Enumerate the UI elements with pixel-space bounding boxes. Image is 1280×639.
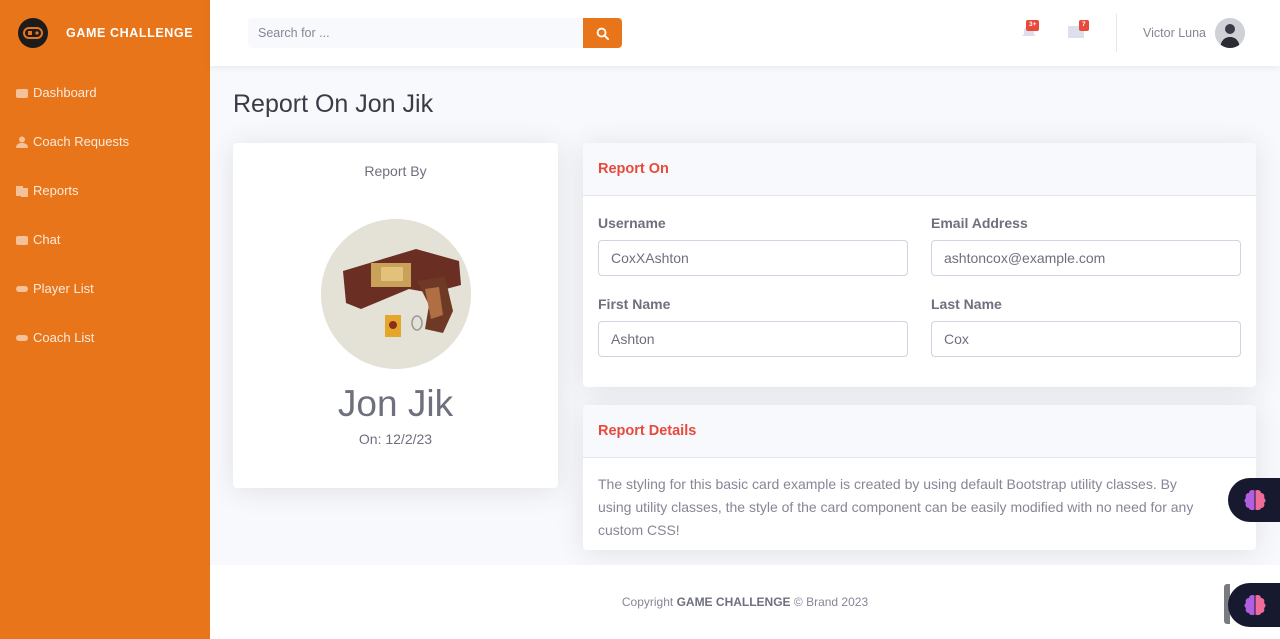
profile-name: Jon Jik [337,383,454,424]
copyright-brand: GAME CHALLENGE [676,595,791,609]
topbar-divider [1116,14,1117,52]
first-name-group: First Name [598,296,908,357]
username-label: Username [598,215,666,231]
first-name-label: First Name [598,296,671,312]
chat-icon [16,234,28,246]
search-form [248,18,622,48]
sidebar-item-chat[interactable]: Chat [0,215,210,264]
sidebar-item-label: Dashboard [33,85,97,100]
report-by-label: Report By [364,163,427,179]
alerts-badge: 3+ [1026,20,1040,31]
sidebar-item-reports[interactable]: Reports [0,166,210,215]
report-on-card: Report On Username Email Address First N… [583,143,1256,387]
sidebar-item-label: Coach List [33,330,95,345]
profile-image [320,219,471,369]
report-date: On: 12/2/23 [358,431,433,447]
report-details-line: The styling for this basic card example … [598,476,1177,492]
messages-dropdown[interactable]: 7 [1068,20,1096,40]
brand-link[interactable]: GAME CHALLENGE [0,0,210,66]
sidebar-item-label: Coach Requests [33,134,130,149]
search-input[interactable] [248,18,583,48]
page-title: Report On Jon Jik [233,90,434,118]
report-details-header: Report Details [583,405,1256,458]
report-details-line: using utility classes, the style of the … [598,499,1194,515]
gamepad-icon [16,332,28,344]
copyright-prefix: Copyright [621,595,677,609]
user-icon [16,136,28,148]
last-name-group: Last Name [931,296,1241,357]
email-group: Email Address [931,215,1241,276]
topbar: 3+ 7 Victor Luna [210,0,1280,66]
report-details-card: Report Details The styling for this basi… [583,405,1256,550]
search-icon [596,27,609,40]
last-name-field[interactable] [931,321,1241,357]
username-group: Username [598,215,908,276]
sidebar-item-player-list[interactable]: Player List [0,264,210,313]
avatar [1215,18,1246,48]
sidebar-item-coach-list[interactable]: Coach List [0,313,210,362]
messages-badge: 7 [1079,20,1089,31]
email-label: Email Address [931,215,1028,231]
search-button[interactable] [583,18,622,48]
sidebar-item-dashboard[interactable]: Dashboard [0,68,210,117]
username-field[interactable] [598,240,908,276]
gamepad-icon [16,283,28,295]
last-name-label: Last Name [931,296,1002,312]
brand-name: GAME CHALLENGE [66,26,194,40]
dashboard-icon [16,87,28,99]
brand-logo-icon [18,18,48,48]
sidebar-item-label: Chat [33,232,61,247]
sidebar-nav: Dashboard Coach Requests Reports Chat Pl… [0,68,210,362]
sidebar-item-label: Player List [33,281,94,296]
first-name-field[interactable] [598,321,908,357]
report-details-text: The styling for this basic card example … [583,458,1256,542]
sidebar-item-coach-requests[interactable]: Coach Requests [0,117,210,166]
sidebar-item-label: Reports [33,183,79,198]
brain-icon [1244,489,1266,511]
footer: Copyright GAME CHALLENGE © Brand 2023 [210,565,1280,639]
alerts-dropdown[interactable]: 3+ [1021,20,1047,40]
reports-icon [16,185,28,197]
copyright-text: Copyright GAME CHALLENGE © Brand 2023 [210,595,1280,609]
user-name: Victor Luna [1143,26,1207,40]
user-dropdown[interactable]: Victor Luna [1143,18,1246,48]
profile-card: Report By Jon Jik On: 12/2/23 [233,143,558,488]
ai-assistant-button[interactable] [1228,583,1280,627]
report-details-line: custom CSS! [598,522,680,538]
copyright-suffix: © Brand 2023 [790,595,869,609]
ai-assistant-button[interactable] [1228,478,1280,522]
sidebar: GAME CHALLENGE Dashboard Coach Requests … [0,0,210,639]
brain-icon [1244,594,1266,616]
report-on-header: Report On [583,143,1256,196]
email-field[interactable] [931,240,1241,276]
